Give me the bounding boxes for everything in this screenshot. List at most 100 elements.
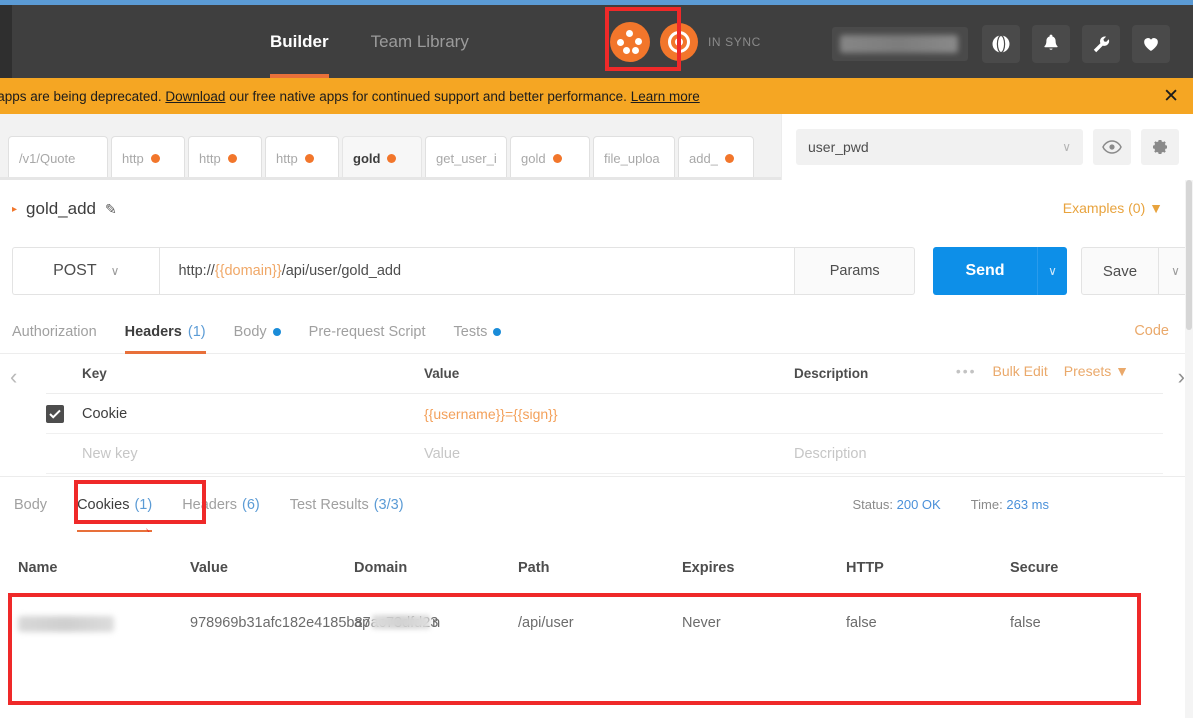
request-subtab-authorization[interactable]: Authorization	[12, 310, 97, 354]
headers-table-row: Cookie {{username}}={{sign}}	[46, 394, 1163, 434]
save-button[interactable]: Save	[1081, 247, 1159, 295]
gear-icon[interactable]	[1141, 129, 1179, 165]
request-subtab-label: Tests	[453, 324, 488, 340]
unsaved-indicator-icon	[387, 154, 397, 163]
column-header-secure: Secure	[1010, 560, 1059, 576]
status-value: 200 OK	[896, 497, 941, 512]
request-tab-0[interactable]: /v1/Quote	[8, 136, 108, 180]
request-tab-label: http	[199, 151, 221, 166]
send-button[interactable]: Send	[933, 247, 1037, 295]
request-tab-5[interactable]: get_user_i	[425, 136, 507, 180]
request-tab-7[interactable]: file_uploa	[593, 136, 675, 180]
request-subtab-pre-request-script[interactable]: Pre-request Script	[309, 310, 426, 354]
chevron-down-icon: ▼	[1115, 363, 1129, 379]
globe-icon[interactable]	[982, 25, 1020, 63]
request-subtab-label: Authorization	[12, 324, 97, 340]
bell-icon[interactable]	[1032, 25, 1070, 63]
response-tab-count: (3/3)	[373, 497, 404, 513]
header-key-cell[interactable]: Cookie	[72, 406, 424, 422]
column-header-value: Value	[424, 366, 460, 381]
request-tab-3[interactable]: http	[265, 136, 339, 180]
request-tab-1[interactable]: http	[111, 136, 185, 180]
deprecation-banner-text: e apps are being deprecated. Download ou…	[0, 89, 700, 104]
url-prefix: http://	[178, 263, 215, 279]
chevron-down-icon: ∨	[1062, 140, 1071, 154]
code-link[interactable]: Code	[1134, 323, 1169, 339]
environment-selector[interactable]: user_pwd ∨	[796, 129, 1083, 165]
row-checkbox[interactable]	[46, 404, 64, 423]
request-tab-label: http	[276, 151, 298, 166]
request-subtab-tests[interactable]: Tests	[454, 310, 502, 354]
nav-tab-team-library[interactable]: Team Library	[371, 5, 469, 78]
banner-learn-more-link[interactable]: Learn more	[631, 89, 700, 104]
table-scroll-right-icon[interactable]: ›	[1178, 364, 1185, 390]
more-options-icon[interactable]: •••	[956, 363, 977, 379]
banner-close-icon[interactable]: ✕	[1163, 87, 1179, 106]
user-account-redacted	[840, 35, 958, 53]
response-status-area: Status: 200 OK Time: 263 ms	[853, 497, 1049, 512]
nav-tab-builder[interactable]: Builder	[270, 5, 329, 78]
url-input[interactable]: http://{{domain}}/api/user/gold_add	[159, 247, 796, 295]
request-subtab-label: Pre-request Script	[308, 324, 426, 340]
eye-icon[interactable]	[1093, 129, 1131, 165]
scrollbar-thumb[interactable]	[1186, 180, 1192, 330]
chevron-down-icon: ∨	[110, 264, 120, 278]
request-tab-label: http	[122, 151, 144, 166]
table-scroll-left-icon[interactable]: ‹	[10, 364, 17, 390]
unsaved-indicator-icon	[724, 154, 734, 163]
deprecation-banner: e apps are being deprecated. Download ou…	[0, 78, 1193, 114]
request-tab-2[interactable]: http	[188, 136, 262, 180]
column-header-http: HTTP	[846, 560, 884, 576]
response-tab-label: Test Results	[289, 497, 369, 513]
column-header-key: Key	[82, 366, 107, 381]
request-name-group: ▸ gold_add ✎	[12, 199, 117, 219]
request-subtab-headers[interactable]: Headers (1)	[124, 310, 206, 354]
request-subtab-count: (1)	[187, 324, 206, 340]
request-tab-label: gold	[353, 151, 381, 166]
cookie-row-highlight-box	[8, 593, 1141, 705]
header-left-edge	[0, 5, 12, 78]
send-dropdown-caret-icon[interactable]: ∨	[1037, 247, 1067, 295]
headers-table: ‹ › Key Value Description ••• Bulk Edit …	[0, 354, 1193, 476]
presets-dropdown[interactable]: Presets ▼	[1064, 363, 1129, 379]
column-header-name: Name	[18, 560, 58, 576]
request-subtabs: Authorization Headers (1) Body Pre-request S…	[0, 310, 1193, 354]
header-value-cell[interactable]: {{username}}={{sign}}	[424, 406, 794, 422]
banner-text-before: e apps are being deprecated.	[0, 88, 166, 104]
http-method-selector[interactable]: POST ∨	[12, 247, 160, 295]
status-group: Status: 200 OK	[853, 497, 941, 512]
nav-tab-builder-label: Builder	[270, 31, 329, 51]
cookies-table-header-row: Name Value Domain Path Expires HTTP Secu…	[0, 548, 1193, 588]
heart-icon[interactable]	[1132, 25, 1170, 63]
request-subtab-label: Headers	[124, 324, 182, 340]
url-variable: {{domain}}	[214, 263, 282, 279]
response-tab-body[interactable]: Body	[14, 477, 47, 533]
content-present-indicator-icon	[272, 328, 281, 336]
examples-dropdown[interactable]: Examples (0) ▼	[1063, 200, 1163, 216]
environment-selected-label: user_pwd	[808, 139, 869, 155]
send-button-group: Send ∨	[933, 247, 1067, 295]
request-tab-8[interactable]: add_	[678, 136, 754, 180]
unsaved-indicator-icon	[227, 154, 237, 163]
response-tab-test-results[interactable]: Test Results (3/3)	[290, 477, 404, 533]
request-tab-4[interactable]: gold	[342, 136, 422, 180]
wrench-icon[interactable]	[1082, 25, 1120, 63]
postman-app-window: Builder Team Library IN SYNC e apps are …	[0, 0, 1193, 718]
main-vertical-scrollbar[interactable]	[1185, 180, 1193, 718]
request-tab-label: /v1/Quote	[19, 151, 76, 166]
caret-right-icon[interactable]: ▸	[12, 204, 17, 215]
column-header-value: Value	[190, 560, 228, 576]
banner-download-link[interactable]: Download	[165, 89, 225, 104]
request-name-row: ▸ gold_add ✎ Examples (0) ▼	[0, 180, 1193, 238]
params-button[interactable]: Params	[795, 247, 915, 295]
request-tab-6[interactable]: gold	[510, 136, 590, 180]
user-account-field[interactable]	[832, 27, 968, 61]
url-suffix: /api/user/gold_add	[281, 263, 402, 279]
new-description-input[interactable]: Description	[794, 446, 1163, 462]
pencil-edit-icon[interactable]: ✎	[105, 201, 117, 218]
new-value-input[interactable]: Value	[424, 446, 794, 462]
request-subtab-body[interactable]: Body	[234, 310, 281, 354]
bulk-edit-link[interactable]: Bulk Edit	[993, 363, 1048, 379]
headers-table-new-row: New key Value Description	[46, 434, 1163, 474]
new-key-input[interactable]: New key	[72, 446, 424, 462]
